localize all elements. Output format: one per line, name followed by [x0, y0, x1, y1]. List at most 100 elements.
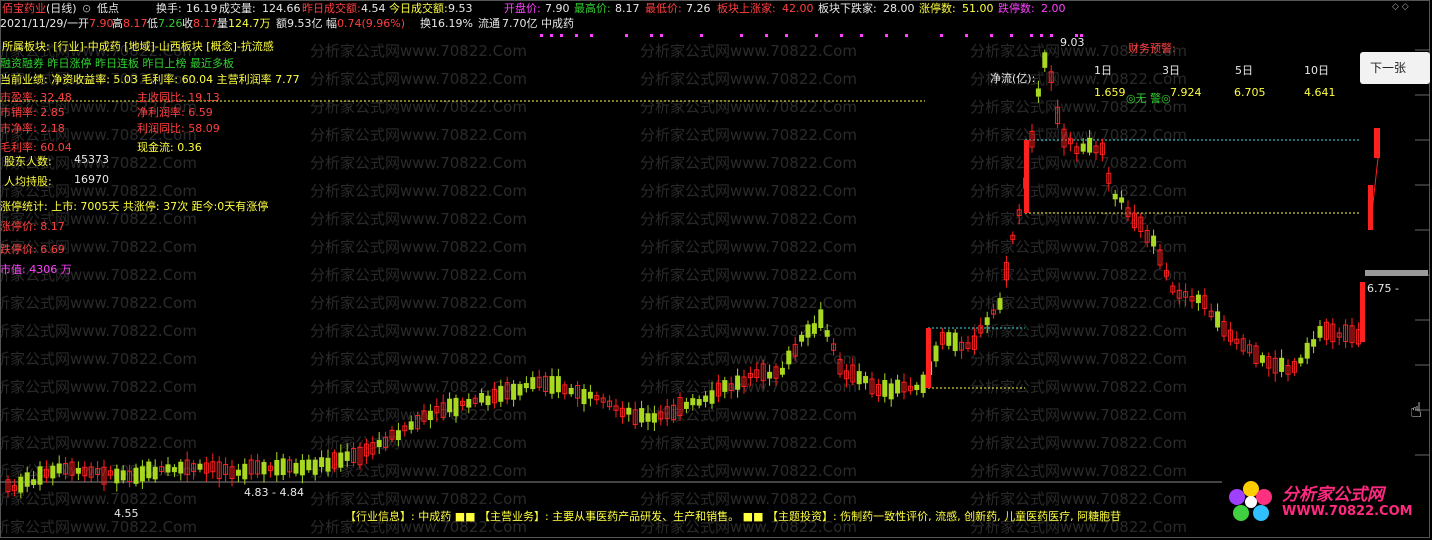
candle-body — [280, 458, 286, 476]
market-cap: 市值: 4306 万 — [0, 263, 72, 276]
stock-title[interactable]: 佰宝药业 — [2, 0, 46, 17]
signal-dot — [940, 34, 943, 37]
per-holder-value: 16970 — [74, 173, 109, 186]
candle-body — [376, 440, 382, 448]
tags-line: 融资融券 昨日涨停 昨日连板 昨日上榜 最近多板 — [0, 57, 234, 70]
next-page-button[interactable]: 下一张 — [1360, 52, 1430, 84]
candle-body — [31, 479, 37, 485]
candle-body — [645, 413, 651, 422]
limit-up-price: 涨停价: 8.17 — [0, 220, 65, 233]
candle-body — [1195, 294, 1201, 304]
candle-body — [683, 401, 689, 409]
netflow-label: 净流(亿): — [990, 72, 1036, 85]
candle-body — [133, 467, 139, 484]
netflow-value-5d: 6.705 — [1234, 86, 1266, 99]
candle-body — [1304, 342, 1310, 359]
q-high-value: 8.17 — [123, 17, 148, 30]
candle-body — [408, 421, 414, 430]
candle-body — [1311, 339, 1317, 347]
candle-body — [344, 451, 350, 461]
signal-dot — [740, 34, 743, 37]
signal-dot — [840, 34, 843, 37]
candle-body — [952, 332, 958, 352]
candle-body — [325, 457, 331, 472]
signal-dot — [885, 34, 888, 37]
sector-up-label: 板块上涨家: — [717, 2, 776, 15]
candle-body — [703, 395, 709, 402]
candle-body — [1215, 311, 1221, 328]
sector-down-value: 28.00 — [883, 2, 915, 15]
warning-title: 财务预警: — [1128, 42, 1176, 55]
netflow-value-10d: 4.641 — [1304, 86, 1336, 99]
topbar: 佰宝药业 (日线) ⊙ 低点 换手: 16.19 成交量: 124.66 昨日成… — [0, 0, 1430, 17]
candle-body — [165, 464, 171, 473]
signal-dot — [1010, 34, 1013, 37]
limit-down-label: 跌停数: — [998, 2, 1035, 15]
chart-range-label: 4.83 - 4.84 — [244, 486, 304, 499]
candle-body — [1317, 326, 1323, 338]
candle-body — [338, 452, 344, 468]
candle-body — [696, 399, 702, 406]
candle-body — [235, 469, 241, 476]
pb-value: 市净率: 2.18 — [0, 122, 65, 135]
chevron-down-icon[interactable]: ⊙ — [82, 0, 91, 17]
candle-body — [779, 367, 785, 375]
ps-value: 市销率: 2.85 — [0, 106, 65, 119]
q-float-label: 流通 — [478, 17, 500, 30]
candle-body — [427, 410, 433, 421]
mode-label: 低点 — [97, 2, 119, 15]
candle-body — [895, 379, 901, 394]
period-label[interactable]: (日线) — [46, 0, 77, 17]
candle-body — [1080, 143, 1086, 152]
per-holder-label: 人均持股: — [4, 175, 52, 188]
limit-stats-line: 涨停统计: 上市: 7005天 共涨停: 37次 距今:0天有涨停 — [0, 200, 269, 213]
candle-body — [523, 383, 529, 389]
volume-label: 成交量: — [219, 2, 256, 15]
candle-body — [1035, 88, 1041, 97]
candle-body — [120, 470, 126, 481]
candle-body — [466, 398, 472, 408]
limit-up-bar — [926, 328, 931, 388]
signal-dot — [1030, 34, 1033, 37]
pe-value: 市盈率: 32.48 — [0, 91, 72, 104]
signal-dot — [575, 34, 578, 37]
candle-body — [299, 459, 305, 476]
candle-body — [447, 398, 453, 413]
window-arrows-icon[interactable]: ◇ ◇ — [1392, 2, 1409, 12]
sector-line: 所属板块: [行业]-中成药 [地域]-山西板块 [概念]-抗流感 — [2, 40, 274, 53]
yest-amount-value: 4.54 — [361, 2, 386, 15]
candle-body — [1087, 137, 1093, 153]
candle-body — [933, 345, 939, 362]
signal-dot — [625, 34, 628, 37]
site-logo: 分析家公式网 WWW.70822.COM — [1225, 477, 1425, 527]
candle-body — [1259, 355, 1265, 363]
signal-dot — [1050, 34, 1053, 37]
candle-body — [485, 395, 491, 406]
candle-body — [261, 461, 267, 475]
signal-dot — [650, 34, 653, 37]
candle-body — [626, 407, 632, 415]
candle-body — [709, 390, 715, 404]
signal-dot — [815, 34, 818, 37]
netflow-value-3d: 7.924 — [1170, 86, 1202, 99]
signal-dot — [700, 34, 703, 37]
candle-body — [1112, 193, 1118, 200]
candle-body — [984, 317, 990, 326]
chart-high-label: 9.03 — [1060, 36, 1085, 49]
candle-body — [530, 377, 536, 390]
logo-url: WWW.70822.COM — [1282, 504, 1413, 519]
candle-body — [319, 457, 325, 468]
candle-body — [805, 324, 811, 338]
candle-body — [139, 466, 145, 482]
candle-body — [818, 309, 824, 329]
signal-dot-row — [0, 34, 1100, 37]
candle-body — [293, 462, 299, 474]
signal-dot — [550, 34, 553, 37]
candle-body — [997, 298, 1003, 310]
quote-date: 2021/11/29/一 — [0, 17, 79, 30]
high-value: 8.17 — [615, 2, 640, 15]
candle-body — [735, 375, 741, 390]
performance-line: 当前业绩: 净资收益率: 5.03 毛利率: 60.04 主营利润率 7.77 — [0, 73, 300, 86]
signal-dot — [560, 34, 563, 37]
volume-value: 124.66 — [262, 2, 301, 15]
